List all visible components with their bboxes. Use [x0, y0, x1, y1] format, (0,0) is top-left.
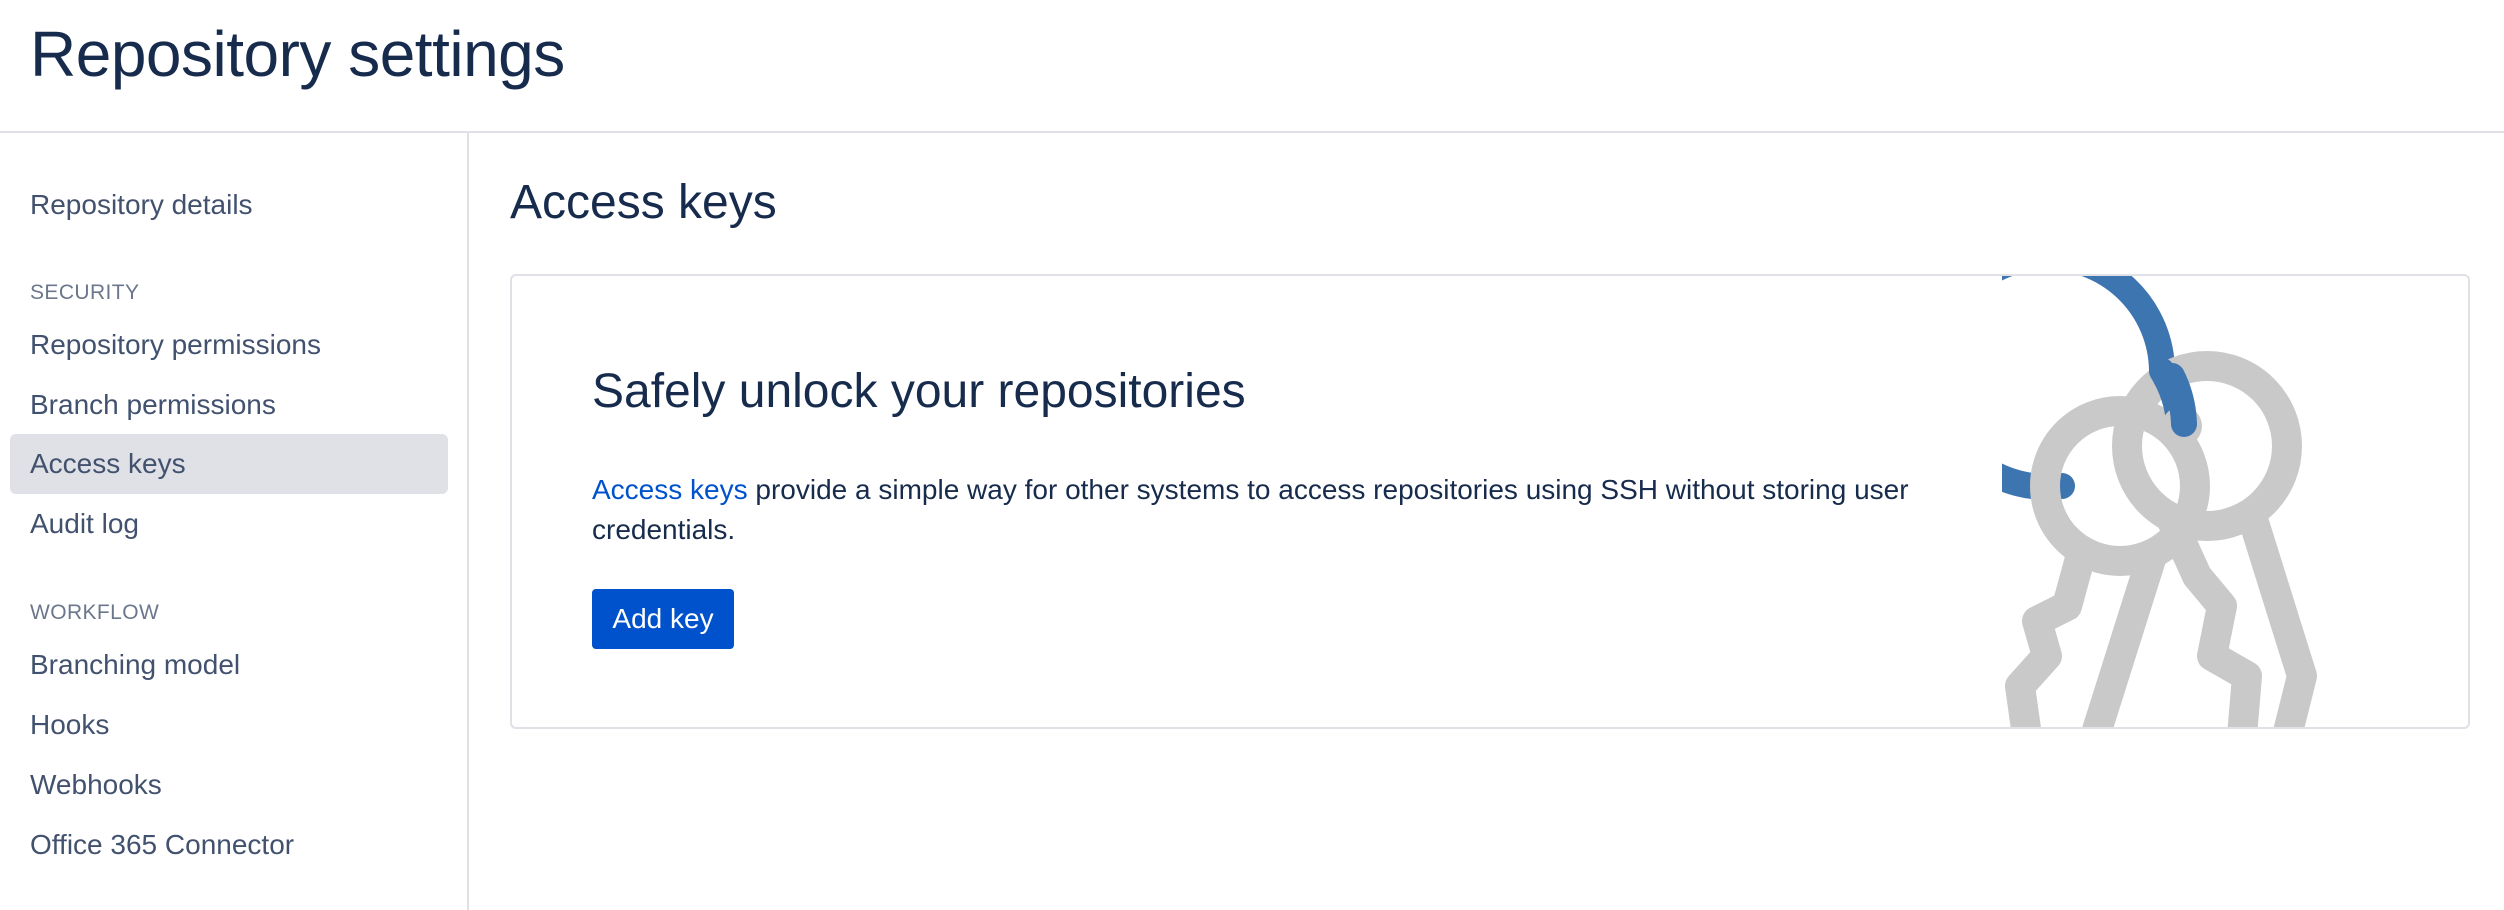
main-content: Access keys Safely unlock your repositor… — [471, 133, 2504, 910]
sidebar-item-repository-details[interactable]: Repository details — [10, 175, 448, 235]
section-title: Access keys — [510, 176, 777, 229]
card-description: Access keys provide a simple way for oth… — [592, 470, 1932, 550]
sidebar-item-audit-log[interactable]: Audit log — [10, 494, 448, 554]
sidebar-item-branching-model[interactable]: Branching model — [10, 635, 448, 695]
access-keys-link[interactable]: Access keys — [592, 474, 748, 505]
sidebar-item-repository-permissions[interactable]: Repository permissions — [10, 315, 448, 375]
sidebar-item-branch-permissions[interactable]: Branch permissions — [10, 375, 448, 435]
empty-state-card: Safely unlock your repositories Access k… — [510, 274, 2470, 729]
page-header: Repository settings — [0, 0, 2504, 133]
page-title: Repository settings — [30, 18, 565, 90]
keys-on-ring-illustration-icon — [1919, 276, 2468, 727]
sidebar-item-office-365-connector[interactable]: Office 365 Connector — [10, 815, 448, 875]
card-heading: Safely unlock your repositories — [592, 365, 1246, 418]
sidebar-item-hooks[interactable]: Hooks — [10, 695, 448, 755]
settings-sidebar: Repository details SECURITY Repository p… — [0, 133, 469, 910]
sidebar-item-access-keys[interactable]: Access keys — [10, 434, 448, 494]
add-key-button[interactable]: Add key — [592, 589, 734, 649]
sidebar-item-webhooks[interactable]: Webhooks — [10, 755, 448, 815]
card-description-text: provide a simple way for other systems t… — [592, 474, 1909, 545]
sidebar-heading-workflow: WORKFLOW — [30, 601, 160, 624]
sidebar-heading-security: SECURITY — [30, 281, 140, 304]
